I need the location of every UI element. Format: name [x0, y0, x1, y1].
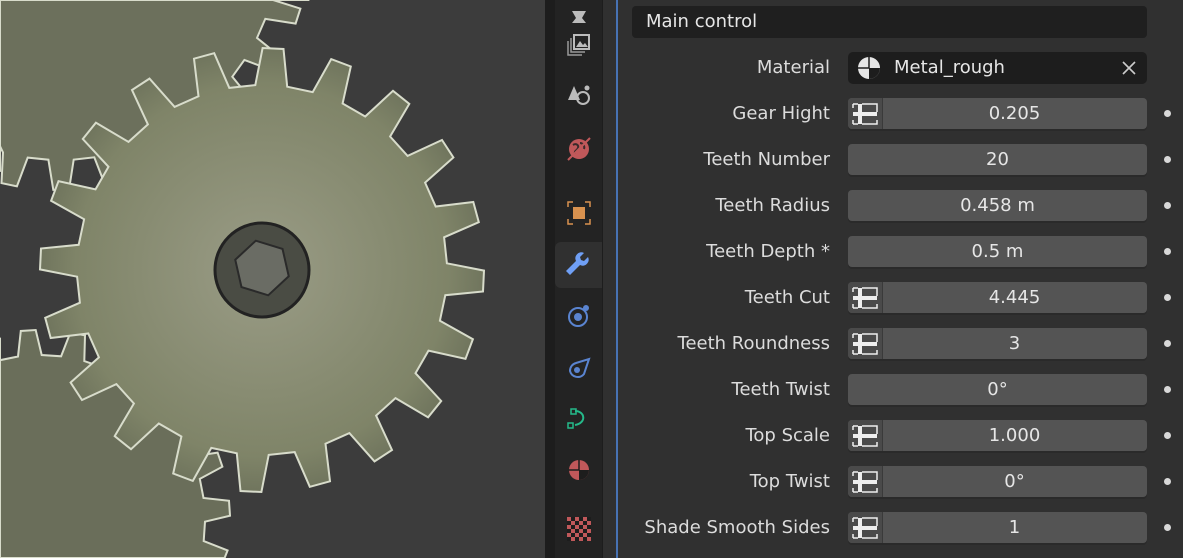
property-row: Shade Smooth Sides 1 — [620, 512, 1183, 544]
material-icon — [568, 460, 589, 480]
property-row: Top Twist 0° — [620, 466, 1183, 498]
keyframe-dot[interactable] — [1164, 432, 1171, 439]
property-row: Top Scale 1.000 — [620, 420, 1183, 452]
teeth-depth-value: 0.5 m — [971, 241, 1024, 262]
keyframe-dot[interactable] — [1164, 294, 1171, 301]
keyframe-dot[interactable] — [1164, 524, 1171, 531]
scene-icon — [567, 85, 590, 105]
attribute-toggle-icon — [852, 470, 878, 493]
material-icon — [858, 57, 880, 79]
wrench-icon — [565, 252, 589, 275]
property-row: Teeth Roundness 3 — [620, 328, 1183, 360]
keyframe-dot[interactable] — [1164, 386, 1171, 393]
attribute-toggle-icon — [852, 332, 878, 355]
keyframe-dot[interactable] — [1164, 478, 1171, 485]
teeth-number-label: Teeth Number — [703, 149, 830, 170]
property-row: Gear Hight 0.205 — [620, 98, 1183, 130]
attribute-toggle-button[interactable] — [848, 466, 883, 497]
attribute-toggle-button[interactable] — [848, 282, 883, 313]
texture-icon — [566, 517, 591, 541]
shade-smooth-sides-field[interactable]: 1 — [848, 512, 1147, 543]
3d-viewport[interactable] — [0, 0, 545, 558]
top-twist-field[interactable]: 0° — [848, 466, 1147, 497]
teeth-cut-label: Teeth Cut — [744, 287, 830, 308]
keyframe-dot[interactable] — [1164, 156, 1171, 163]
keyframe-dot[interactable] — [1164, 202, 1171, 209]
tab-physics[interactable] — [555, 344, 602, 390]
tab-output[interactable] — [555, 22, 602, 68]
teeth-cut-field[interactable]: 4.445 — [848, 282, 1147, 313]
property-row: Teeth Twist 0° — [620, 374, 1183, 406]
teeth-roundness-value: 3 — [1008, 333, 1021, 354]
teeth-roundness-label: Teeth Roundness — [677, 333, 830, 354]
tab-particles[interactable] — [555, 293, 602, 339]
gear-hight-value: 0.205 — [988, 103, 1041, 124]
teeth-twist-label: Teeth Twist — [731, 379, 830, 400]
tab-render[interactable] — [555, 0, 602, 23]
tab-modifiers[interactable] — [555, 242, 602, 288]
teeth-radius-field[interactable]: 0.458 m — [848, 190, 1147, 221]
gear-hight-label: Gear Hight — [732, 103, 830, 124]
teeth-number-field[interactable]: 20 — [848, 144, 1147, 175]
teeth-cut-value: 4.445 — [988, 287, 1041, 308]
attribute-toggle-icon — [852, 286, 878, 309]
active-region-indicator — [616, 0, 618, 558]
tab-object[interactable] — [555, 190, 602, 236]
teeth-radius-label: Teeth Radius — [715, 195, 830, 216]
tab-world[interactable] — [555, 126, 602, 172]
top-scale-label: Top Scale — [745, 425, 830, 446]
property-row: Teeth Radius 0.458 m — [620, 190, 1183, 222]
top-twist-label: Top Twist — [749, 471, 830, 492]
output-icon — [566, 34, 590, 56]
top-scale-value: 1.000 — [988, 425, 1041, 446]
top-twist-value: 0° — [1004, 471, 1025, 492]
property-row: Teeth Number 20 — [620, 144, 1183, 176]
object-icon — [566, 201, 591, 225]
tab-texture[interactable] — [555, 506, 602, 552]
particles-icon — [567, 305, 589, 327]
shade-smooth-sides-value: 1 — [1008, 517, 1021, 538]
shade-smooth-sides-label: Shade Smooth Sides — [644, 517, 830, 538]
teeth-depth-label: Teeth Depth * — [706, 241, 830, 262]
keyframe-dot[interactable] — [1164, 248, 1171, 255]
material-selector[interactable]: Metal_rough — [848, 52, 1147, 84]
gear-hight-field[interactable]: 0.205 — [848, 98, 1147, 129]
teeth-roundness-field[interactable]: 3 — [848, 328, 1147, 359]
attribute-toggle-button[interactable] — [848, 98, 883, 129]
teeth-twist-value: 0° — [987, 379, 1008, 400]
top-scale-field[interactable]: 1.000 — [848, 420, 1147, 451]
clear-icon[interactable] — [1121, 60, 1137, 76]
panel-header-main-control[interactable]: Main control — [632, 6, 1147, 38]
teeth-twist-field[interactable]: 0° — [848, 374, 1147, 405]
material-name: Metal_rough — [894, 57, 1005, 78]
attribute-toggle-button[interactable] — [848, 328, 883, 359]
material-row: Material Metal_rough — [620, 52, 1183, 84]
attribute-toggle-icon — [852, 516, 878, 539]
property-row: Teeth Depth * 0.5 m — [620, 236, 1183, 268]
property-row: Teeth Cut 4.445 — [620, 282, 1183, 314]
keyframe-dot[interactable] — [1164, 340, 1171, 347]
attribute-toggle-button[interactable] — [848, 420, 883, 451]
physics-icon — [568, 357, 591, 378]
material-label: Material — [756, 57, 830, 78]
attribute-toggle-icon — [852, 102, 878, 125]
attribute-toggle-icon — [852, 424, 878, 447]
world-icon — [566, 137, 591, 161]
gear-render — [0, 0, 486, 558]
tab-constraints[interactable] — [555, 396, 602, 442]
tab-scene[interactable] — [555, 72, 602, 118]
teeth-radius-value: 0.458 m — [960, 195, 1035, 216]
tab-material[interactable] — [555, 447, 602, 493]
teeth-depth-field[interactable]: 0.5 m — [848, 236, 1147, 267]
teeth-number-value: 20 — [986, 149, 1009, 170]
attribute-toggle-button[interactable] — [848, 512, 883, 543]
constraints-icon — [566, 408, 584, 429]
keyframe-dot[interactable] — [1164, 110, 1171, 117]
